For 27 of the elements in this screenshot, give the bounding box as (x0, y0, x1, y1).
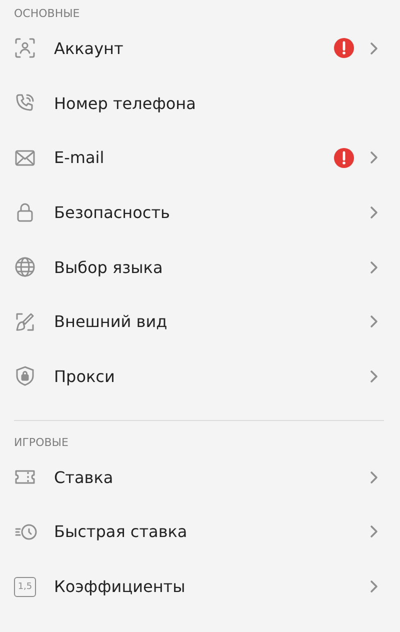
settings-item[interactable]: Внешний вид (0, 294, 400, 350)
odds-icon: 1,5 (14, 576, 36, 597)
settings-item[interactable]: E-mail (0, 130, 400, 186)
shield-icon (14, 365, 36, 388)
item-label: Прокси (54, 366, 116, 386)
settings-item[interactable]: Прокси (0, 349, 400, 404)
item-label: Номер телефона (54, 94, 197, 113)
item-label: Безопасность (54, 202, 171, 222)
item-label: E-mail (54, 148, 106, 168)
account-icon (14, 37, 36, 60)
globe-icon (14, 256, 36, 278)
section-header: ОСНОВНЫЕ (13, 7, 81, 21)
settings-item[interactable]: Быстрая ставка (0, 504, 400, 560)
brush-icon (14, 310, 36, 333)
settings-item[interactable]: Выбор языка (0, 240, 400, 294)
settings-item[interactable]: Номер телефона (0, 76, 400, 130)
item-label: Внешний вид (54, 312, 168, 332)
settings-item[interactable]: 1,5 Коэффициенты (0, 559, 400, 614)
item-label: Ставка (54, 468, 114, 487)
item-label: Аккаунт (54, 38, 124, 58)
item-label: Коэффициенты (54, 577, 186, 596)
settings-item[interactable]: Ставка (0, 450, 400, 504)
item-label: Выбор языка (54, 258, 164, 277)
section-header: ИГРОВЫЕ (13, 436, 70, 450)
settings-item[interactable]: Аккаунт (0, 21, 400, 76)
item-label: Быстрая ставка (54, 522, 188, 542)
settings-item[interactable]: Безопасность (0, 185, 400, 240)
